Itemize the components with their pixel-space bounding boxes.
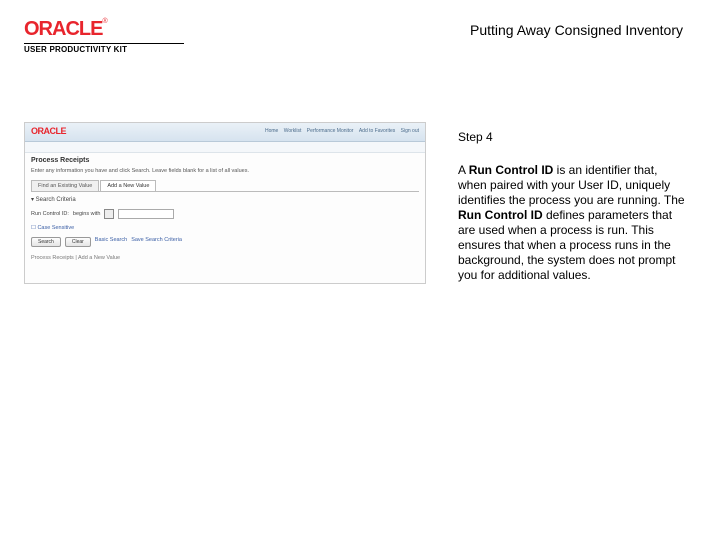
save-search-link[interactable]: Save Search Criteria [131,237,182,247]
nav-worklist[interactable]: Worklist [284,128,302,134]
body-1d: Run Control ID [458,208,543,222]
operator-dropdown-icon[interactable] [104,209,114,219]
search-criteria-section: ▾ Search Criteria [31,196,419,203]
run-control-field: Run Control ID: begins with [31,209,419,219]
text-column: Step 4 A Run Control ID is an identifier… [458,130,688,283]
operator-text: begins with [73,211,101,217]
slide-title: Putting Away Consigned Inventory [470,22,683,38]
tab-find-existing[interactable]: Find an Existing Value [31,180,99,191]
logo-area: ORACLE® USER PRODUCTIVITY KIT [24,18,184,54]
nav-fav[interactable]: Add to Favorites [359,128,395,134]
tab-add-new[interactable]: Add a New Value [100,180,156,191]
embedded-screenshot: ORACLE Home Worklist Performance Monitor… [24,122,426,284]
app-logo: ORACLE [31,126,66,136]
oracle-logo: ORACLE® [24,18,184,41]
page-instruction: Enter any information you have and click… [31,168,419,174]
app-subbar [25,142,425,153]
trademark: ® [102,18,106,25]
clear-button[interactable]: Clear [65,237,91,247]
slide: ORACLE® USER PRODUCTIVITY KIT Putting Aw… [0,0,720,540]
brand-text: ORACLE [24,18,102,40]
body-1a: A [458,163,469,177]
logo-subline: USER PRODUCTIVITY KIT [24,43,184,54]
nav-signout[interactable]: Sign out [401,128,419,134]
nav-perf[interactable]: Performance Monitor [307,128,354,134]
page-heading: Process Receipts [31,157,419,164]
nav-home[interactable]: Home [265,128,278,134]
app-nav: Home Worklist Performance Monitor Add to… [261,128,419,134]
run-control-label: Run Control ID: [31,211,69,217]
search-button[interactable]: Search [31,237,61,247]
body-paragraph: A Run Control ID is an identifier that, … [458,163,688,283]
basic-search-link[interactable]: Basic Search [95,237,127,247]
app-footer: Process Receipts | Add a New Value [31,255,419,261]
app-topbar: ORACLE Home Worklist Performance Monitor… [25,123,425,142]
step-label: Step 4 [458,130,688,145]
app-body: Process Receipts Enter any information y… [25,153,425,265]
button-row: Search Clear Basic Search Save Search Cr… [31,237,419,247]
body-1b: Run Control ID [469,163,554,177]
tab-strip: Find an Existing Value Add a New Value [31,180,419,192]
run-control-input[interactable] [118,209,174,219]
